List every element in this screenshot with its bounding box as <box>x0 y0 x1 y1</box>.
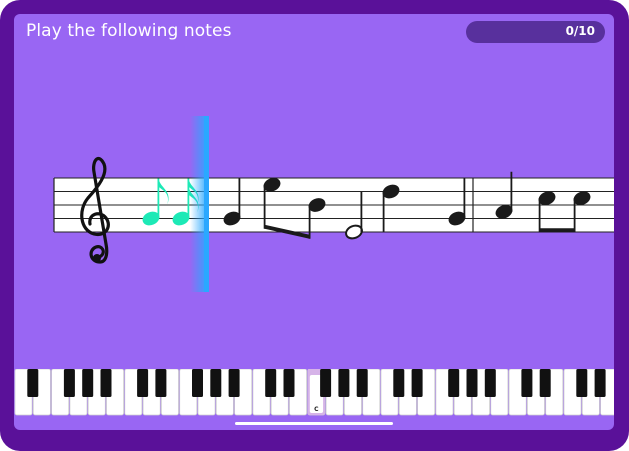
piano-keyboard[interactable]: C <box>14 369 614 417</box>
black-key[interactable] <box>466 369 478 397</box>
black-key[interactable] <box>594 369 606 397</box>
black-key[interactable] <box>576 369 588 397</box>
black-key[interactable] <box>338 369 350 397</box>
app-screen: Play the following notes 0/10 C <box>14 14 614 430</box>
black-key[interactable] <box>393 369 405 397</box>
black-key[interactable] <box>82 369 94 397</box>
music-staff <box>53 116 614 292</box>
black-key[interactable] <box>155 369 167 397</box>
black-key[interactable] <box>100 369 112 397</box>
black-key[interactable] <box>265 369 277 397</box>
black-key[interactable] <box>137 369 149 397</box>
black-key[interactable] <box>283 369 295 397</box>
black-key[interactable] <box>210 369 222 397</box>
black-key[interactable] <box>27 369 39 397</box>
tablet-frame: Play the following notes 0/10 C <box>0 0 629 451</box>
black-key[interactable] <box>484 369 496 397</box>
black-key[interactable] <box>63 369 75 397</box>
black-key[interactable] <box>356 369 368 397</box>
black-key[interactable] <box>448 369 460 397</box>
black-key[interactable] <box>320 369 332 397</box>
black-key[interactable] <box>539 369 551 397</box>
home-indicator <box>235 422 393 425</box>
black-key[interactable] <box>521 369 533 397</box>
black-key[interactable] <box>411 369 423 397</box>
playhead <box>190 116 209 292</box>
middle-c-label: C <box>314 406 319 413</box>
black-key[interactable] <box>192 369 203 397</box>
black-key[interactable] <box>228 369 240 397</box>
